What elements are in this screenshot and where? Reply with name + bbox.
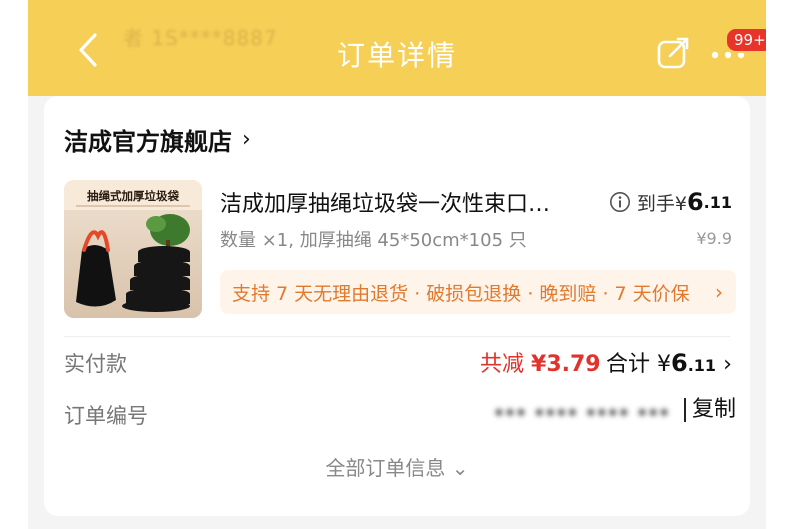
final-price-decimal: .11 xyxy=(703,192,732,212)
discount-summary: 共减 ¥3.79 xyxy=(480,346,601,378)
total-integer: 6 xyxy=(671,349,688,377)
discount-label: 共减 xyxy=(480,352,525,377)
final-price: 到手¥ 6 .11 xyxy=(609,188,732,216)
order-number-label: 订单编号 xyxy=(64,404,148,428)
order-card: 洁成官方旗舰店 › 抽绳式加厚垃圾袋 洁成加厚抽绳垃圾袋一次性束口… 数量 ×1… xyxy=(44,96,750,516)
paid-amount-label: 实付款 xyxy=(64,352,127,376)
order-number-value: *** **** **** *** xyxy=(494,404,671,428)
product-image-caption: 抽绳式加厚垃圾袋 xyxy=(87,189,179,203)
share-icon[interactable] xyxy=(656,36,690,70)
total-label: 合计 xyxy=(606,352,651,377)
all-order-info-toggle[interactable]: 全部订单信息 ⌄ xyxy=(44,452,750,481)
store-link[interactable]: 洁成官方旗舰店 › xyxy=(64,122,251,157)
notification-badge: 99+ xyxy=(725,27,766,53)
divider xyxy=(64,336,730,337)
store-chevron-icon: › xyxy=(242,127,251,152)
trash-bag-product-image: 抽绳式加厚垃圾袋 xyxy=(64,180,202,318)
info-icon[interactable] xyxy=(609,191,631,213)
guarantee-text: 支持 7 天无理由退货 · 破损包退换 · 晚到赔 · 7 天价保 xyxy=(232,282,690,305)
product-spec: 数量 ×1, 加厚抽绳 45*50cm*105 只 xyxy=(220,230,527,251)
store-name: 洁成官方旗舰店 xyxy=(64,128,232,156)
total-currency: ¥ xyxy=(657,352,672,377)
service-guarantee-banner[interactable]: 支持 7 天无理由退货 · 破损包退换 · 晚到赔 · 7 天价保 › xyxy=(220,270,736,314)
final-price-integer: 6 xyxy=(686,188,704,216)
phone-frame: 者 1S****8887 订单详情 99+ 洁成官方旗舰店 › 抽绳式加厚垃圾袋… xyxy=(28,0,766,529)
product-thumbnail[interactable]: 抽绳式加厚垃圾袋 xyxy=(64,180,202,318)
discount-amount: ¥3.79 xyxy=(531,352,601,377)
final-price-prefix: 到手¥ xyxy=(636,192,687,215)
guarantee-chevron-icon: › xyxy=(702,280,736,304)
original-price: ¥9.9 xyxy=(696,229,732,248)
product-name[interactable]: 洁成加厚抽绳垃圾袋一次性束口… xyxy=(220,186,600,218)
header-bar: 者 1S****8887 订单详情 99+ xyxy=(28,0,766,96)
total-link[interactable]: 合计 ¥6.11 › xyxy=(606,346,732,378)
copy-button[interactable]: 复制 xyxy=(684,398,736,422)
total-decimal: .11 xyxy=(687,356,717,375)
total-chevron-icon: › xyxy=(723,352,732,377)
